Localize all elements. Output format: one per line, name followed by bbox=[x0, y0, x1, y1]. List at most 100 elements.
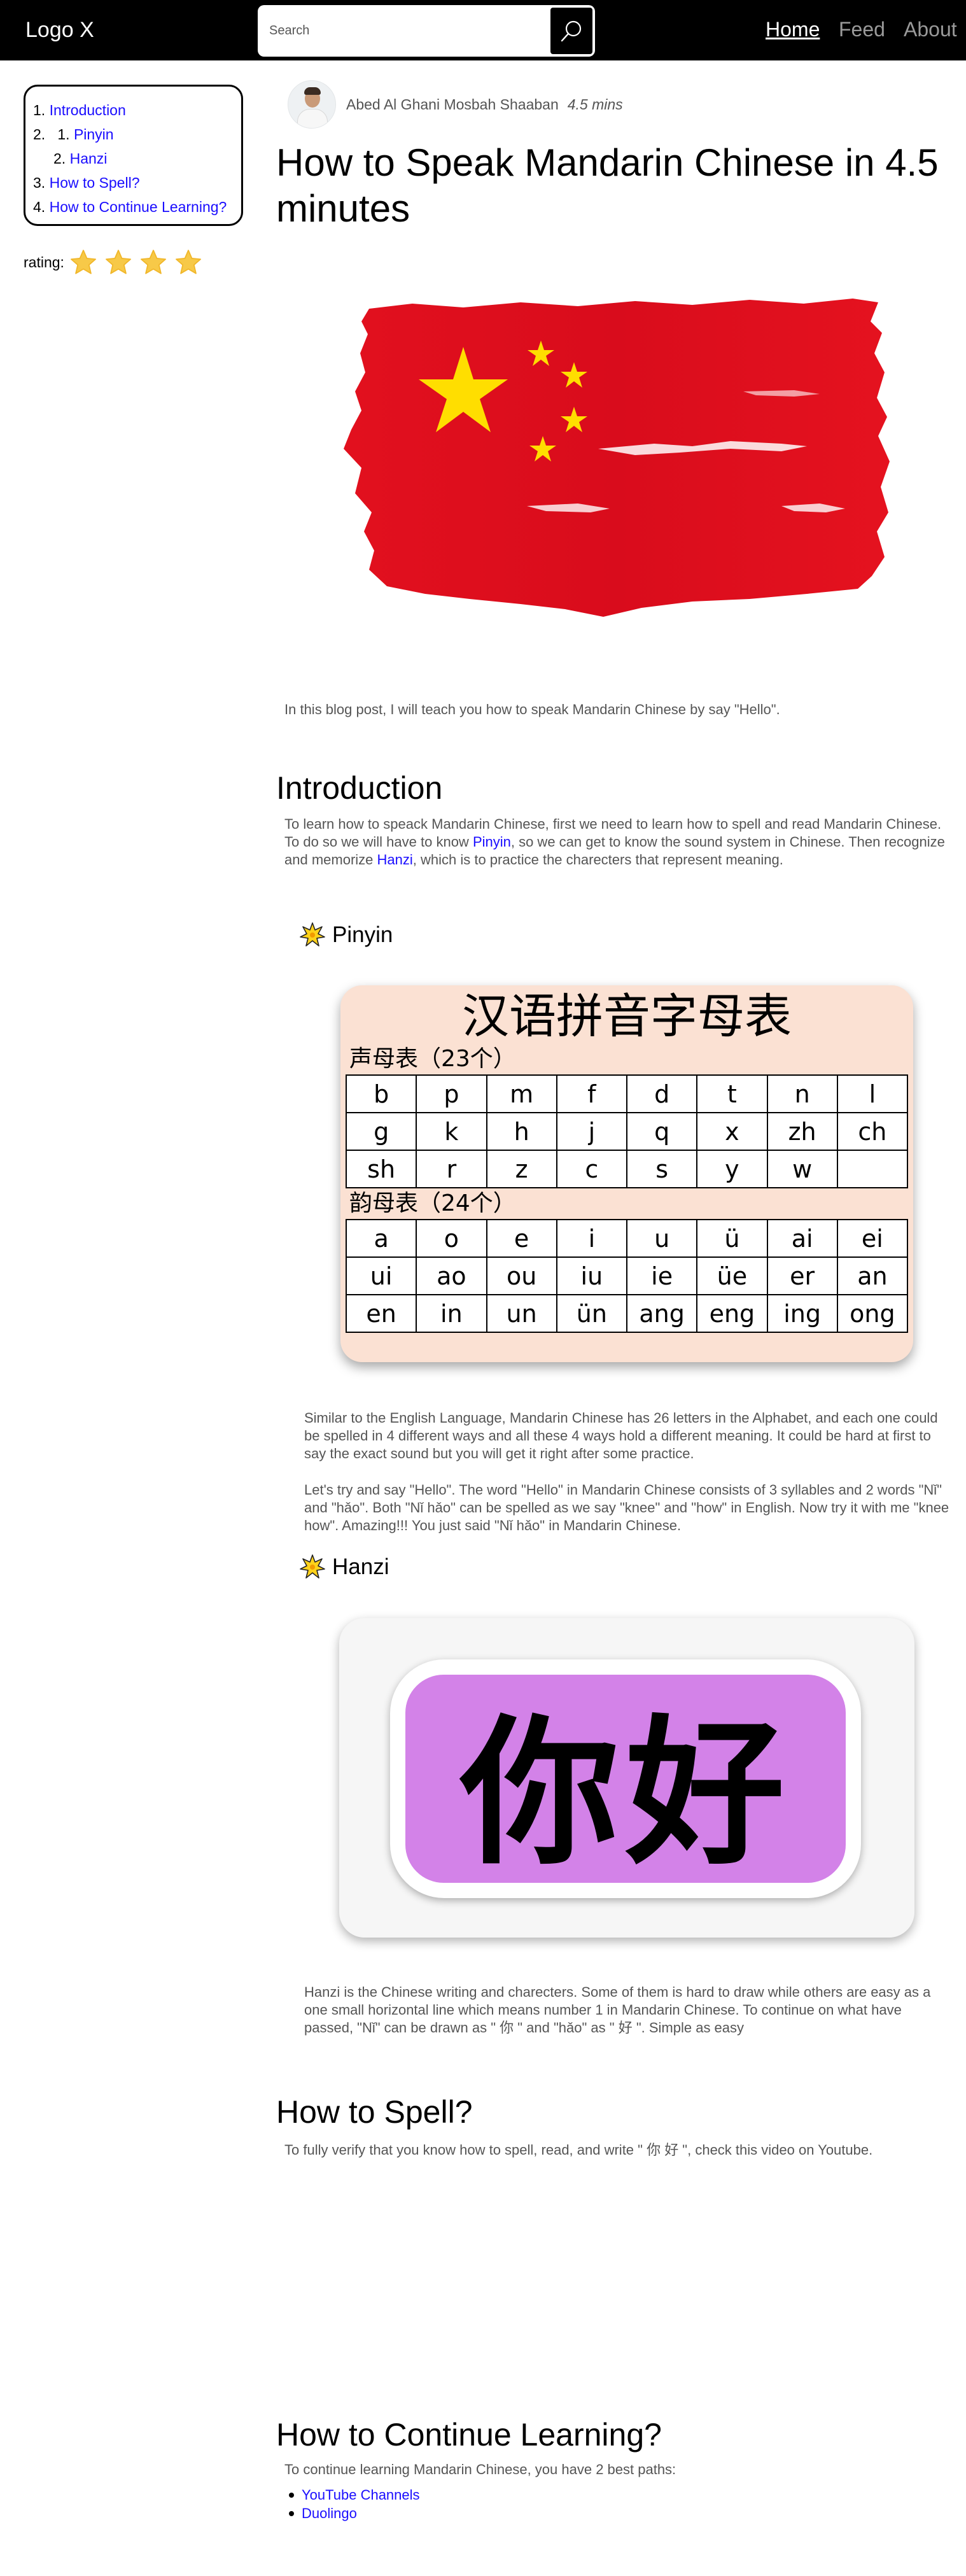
nav-home-link[interactable]: Home bbox=[766, 18, 820, 41]
hanzi-link[interactable]: Hanzi bbox=[377, 852, 413, 868]
table-cell: ei bbox=[836, 1219, 909, 1258]
intro-paragraph: In this blog post, I will teach you how … bbox=[284, 701, 780, 717]
table-cell: t bbox=[696, 1074, 768, 1113]
table-cell: p bbox=[416, 1074, 487, 1113]
table-cell: j bbox=[556, 1112, 628, 1151]
table-row: ui ao ou iu ie üe er an bbox=[345, 1256, 909, 1295]
toc-item-introduction: 1. Introduction bbox=[33, 102, 126, 118]
table-cell: s bbox=[626, 1150, 698, 1188]
star-icon[interactable] bbox=[174, 248, 202, 276]
rating: rating: bbox=[24, 248, 209, 276]
table-cell: zh bbox=[766, 1112, 838, 1151]
table-cell: er bbox=[766, 1256, 838, 1295]
table-of-contents: 1. Introduction 2. 1. Pinyin 2. Hanzi 3.… bbox=[24, 85, 243, 226]
table-cell: k bbox=[416, 1112, 487, 1151]
table-cell: o bbox=[416, 1219, 487, 1258]
table-cell: en bbox=[345, 1294, 417, 1333]
learning-paths-list: YouTube Channels Duolingo bbox=[286, 2486, 420, 2523]
toc-link-how-to-spell[interactable]: How to Spell? bbox=[50, 174, 140, 191]
hanzi-paragraph: Hanzi is the Chinese writing and charect… bbox=[304, 1984, 931, 2036]
continue-paragraph: To continue learning Mandarin Chinese, y… bbox=[284, 2461, 676, 2477]
list-item: YouTube Channels bbox=[286, 2486, 420, 2504]
table-cell: ang bbox=[626, 1294, 698, 1333]
rating-stars bbox=[69, 248, 209, 276]
table-cell: i bbox=[556, 1219, 628, 1258]
pinyin-paragraph-2: Let's try and say "Hello". The word "Hel… bbox=[304, 1482, 949, 1533]
table-cell: eng bbox=[696, 1294, 768, 1333]
table-cell: ao bbox=[416, 1256, 487, 1295]
table-cell: ui bbox=[345, 1256, 417, 1295]
star-icon[interactable] bbox=[139, 248, 167, 276]
table-row: a o e i u ü ai ei bbox=[345, 1219, 909, 1258]
star-icon[interactable] bbox=[69, 248, 97, 276]
table-cell: u bbox=[626, 1219, 698, 1258]
toc-link-pinyin[interactable]: Pinyin bbox=[74, 126, 114, 143]
toc-link-hanzi[interactable]: Hanzi bbox=[70, 150, 108, 167]
table-cell: sh bbox=[345, 1150, 417, 1188]
table-cell: ong bbox=[836, 1294, 909, 1333]
toc-link-continue-learning[interactable]: How to Continue Learning? bbox=[50, 199, 227, 215]
table-cell: q bbox=[626, 1112, 698, 1151]
duolingo-link[interactable]: Duolingo bbox=[302, 2505, 357, 2521]
finals-table: a o e i u ü ai ei ui ao ou iu ie üe er an en in un ün ang eng… bbox=[345, 1219, 909, 1333]
table-cell: ün bbox=[556, 1294, 628, 1333]
author-info: Abed Al Ghani Mosbah Shaaban 4.5 mins bbox=[288, 80, 623, 129]
pinyin-paragraph-1: Similar to the English Language, Mandari… bbox=[304, 1410, 938, 1461]
china-flag-image bbox=[336, 296, 896, 627]
initials-table: b p m f d t n l g k h j q x zh ch sh r z c s y w bbox=[345, 1074, 909, 1188]
table-cell: g bbox=[345, 1112, 417, 1151]
youtube-channels-link[interactable]: YouTube Channels bbox=[302, 2487, 420, 2503]
table-cell: ie bbox=[626, 1256, 698, 1295]
table-cell: üe bbox=[696, 1256, 768, 1295]
table-cell: n bbox=[766, 1074, 838, 1113]
pinyin-chart-title: 汉语拼音字母表 bbox=[462, 989, 792, 1044]
section-heading-continue-learning: How to Continue Learning? bbox=[276, 2417, 662, 2453]
list-item: Duolingo bbox=[286, 2504, 420, 2523]
spell-paragraph: To fully verify that you know how to spe… bbox=[284, 2142, 873, 2158]
toc-item-pinyin: 2. 1. Pinyin bbox=[33, 126, 114, 143]
table-row: sh r z c s y w bbox=[345, 1150, 909, 1188]
logo[interactable]: Logo X bbox=[25, 18, 94, 43]
rating-label: rating: bbox=[24, 253, 64, 271]
table-cell: b bbox=[345, 1074, 417, 1113]
table-cell: w bbox=[766, 1150, 838, 1188]
table-cell: x bbox=[696, 1112, 768, 1151]
search-input[interactable] bbox=[264, 9, 550, 53]
table-cell: c bbox=[556, 1150, 628, 1188]
table-row: en in un ün ang eng ing ong bbox=[345, 1294, 909, 1333]
toc-link-introduction[interactable]: Introduction bbox=[50, 102, 126, 118]
search-button[interactable] bbox=[550, 8, 592, 54]
pinyin-link[interactable]: Pinyin bbox=[473, 834, 511, 850]
star-icon[interactable] bbox=[104, 248, 132, 276]
table-cell: l bbox=[836, 1074, 909, 1113]
pinyin-alphabet-chart: 汉语拼音字母表 声母表（23个） b p m f d t n l g k h j q x zh ch sh r z c… bbox=[340, 985, 913, 1362]
table-cell: f bbox=[556, 1074, 628, 1113]
nav-feed-link[interactable]: Feed bbox=[839, 18, 885, 41]
table-cell: un bbox=[486, 1294, 557, 1333]
nav-about-link[interactable]: About bbox=[904, 18, 957, 41]
table-cell: e bbox=[486, 1219, 557, 1258]
search-box bbox=[258, 5, 595, 57]
toc-item-continue-learning: 4. How to Continue Learning? bbox=[33, 199, 227, 215]
avatar[interactable] bbox=[288, 80, 336, 129]
initials-label: 声母表（23个） bbox=[349, 1046, 516, 1072]
subsection-heading-pinyin: Pinyin bbox=[299, 922, 393, 948]
author-name[interactable]: Abed Al Ghani Mosbah Shaaban bbox=[346, 96, 559, 113]
search-icon bbox=[561, 20, 582, 41]
table-cell: an bbox=[836, 1256, 909, 1295]
table-cell: h bbox=[486, 1112, 557, 1151]
toc-item-hanzi: 2. Hanzi bbox=[53, 150, 108, 167]
article-title: How to Speak Mandarin Chinese in 4.5 min… bbox=[276, 141, 939, 230]
top-navigation-bar: Logo X Home Feed About bbox=[0, 0, 966, 60]
sparkle-icon bbox=[300, 1554, 325, 1579]
youtube-video-embed[interactable] bbox=[284, 2171, 953, 2400]
table-cell: in bbox=[416, 1294, 487, 1333]
table-row: bpmfdtnl bbox=[345, 1074, 909, 1113]
nihao-image: 你好 bbox=[339, 1618, 914, 1938]
table-cell: z bbox=[486, 1150, 557, 1188]
table-cell: y bbox=[696, 1150, 768, 1188]
section-heading-introduction: Introduction bbox=[276, 770, 443, 806]
table-cell: m bbox=[486, 1074, 557, 1113]
table-cell: d bbox=[626, 1074, 698, 1113]
table-cell bbox=[836, 1150, 909, 1188]
